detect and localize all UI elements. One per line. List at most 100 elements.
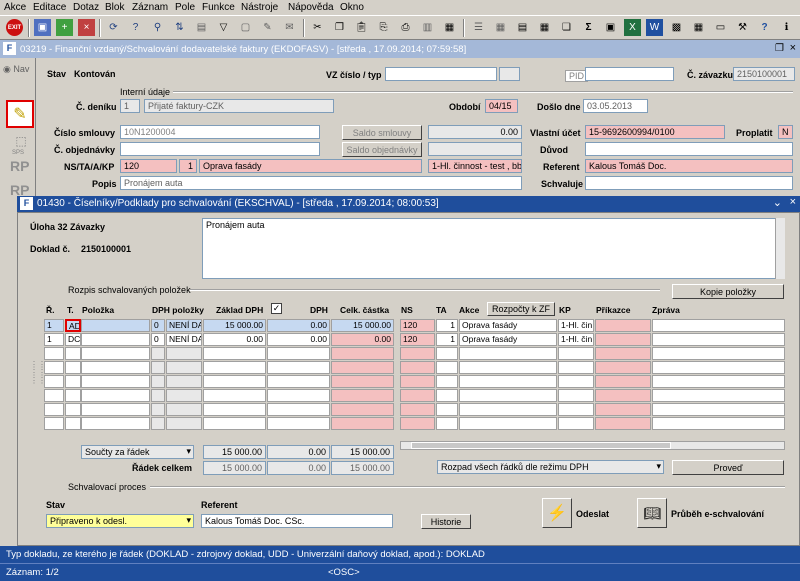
paste-icon[interactable]: 📋︎ xyxy=(353,19,370,36)
proved-button[interactable]: Proveď xyxy=(672,460,784,475)
zavazek-field[interactable]: 2150100001 xyxy=(733,67,795,81)
cut-icon[interactable]: ✂ xyxy=(309,19,326,36)
saldo-objednavky-button[interactable]: Saldo objednávky xyxy=(342,142,422,157)
empty-cell[interactable] xyxy=(267,347,330,360)
export-icon[interactable]: ▥ xyxy=(419,19,436,36)
soucty-select[interactable]: Součty za řádek ▾ xyxy=(81,445,194,459)
empty-cell[interactable] xyxy=(558,361,594,374)
row1-prikazce[interactable] xyxy=(595,319,651,332)
empty-cell[interactable] xyxy=(436,347,458,360)
attach-icon[interactable]: ⎘ xyxy=(375,19,392,36)
filter-icon[interactable]: ▽ xyxy=(215,19,232,36)
empty-cell[interactable] xyxy=(436,361,458,374)
empty-cell[interactable] xyxy=(459,347,557,360)
empty-cell[interactable] xyxy=(331,361,394,374)
menu-funkce[interactable]: Funkce xyxy=(202,2,235,13)
empty-cell[interactable] xyxy=(166,389,202,402)
row2-polozka[interactable] xyxy=(81,333,150,346)
menu-nastroje[interactable]: Nástroje xyxy=(241,2,278,13)
vz-type-field[interactable] xyxy=(499,67,520,81)
prubeh-icon[interactable]: 📖︎ xyxy=(637,498,667,528)
row2-ns[interactable]: 120 xyxy=(400,333,435,346)
empty-cell[interactable] xyxy=(595,347,651,360)
page-icon[interactable]: ▤ xyxy=(193,19,210,36)
saldo-objednavky-value[interactable] xyxy=(428,142,522,156)
objednavka-field[interactable] xyxy=(120,142,320,156)
calendar-icon[interactable]: ▣ xyxy=(602,19,619,36)
approve-icon[interactable]: ✎ xyxy=(6,100,34,128)
empty-cell[interactable] xyxy=(166,361,202,374)
referent-field[interactable]: Kalous Tomáš Doc. xyxy=(585,159,793,173)
empty-cell[interactable] xyxy=(400,417,435,430)
empty-cell[interactable] xyxy=(331,375,394,388)
refresh-icon[interactable]: ⟳ xyxy=(105,19,122,36)
menu-okno[interactable]: Okno xyxy=(340,2,364,13)
row2-dph[interactable]: 0.00 xyxy=(267,333,330,346)
pid-field[interactable] xyxy=(585,67,674,81)
obdobi-field[interactable]: 04/15 xyxy=(485,99,518,113)
empty-cell[interactable] xyxy=(203,361,266,374)
empty-cell[interactable] xyxy=(400,389,435,402)
row1-dph-pol[interactable]: NENÍ DA xyxy=(166,319,202,332)
prubeh-label[interactable]: Průběh e-schvalování xyxy=(671,509,764,519)
historie-button[interactable]: Historie xyxy=(421,514,471,529)
empty-cell[interactable] xyxy=(558,347,594,360)
empty-cell[interactable] xyxy=(81,361,150,374)
query-run-icon[interactable]: ⚲ xyxy=(149,19,166,36)
excel-icon[interactable]: X xyxy=(624,19,641,36)
sps-icon[interactable]: ⬚ xyxy=(10,134,32,150)
menu-zaznam[interactable]: Záznam xyxy=(132,2,168,13)
empty-cell[interactable] xyxy=(400,375,435,388)
empty-cell[interactable] xyxy=(151,403,165,416)
empty-cell[interactable] xyxy=(331,347,394,360)
odeslat-label[interactable]: Odeslat xyxy=(576,509,609,519)
saldo-smlouvy-value[interactable]: 0.00 xyxy=(428,125,522,139)
empty-cell[interactable] xyxy=(203,375,266,388)
empty-cell[interactable] xyxy=(459,361,557,374)
save-icon[interactable]: ▣ xyxy=(34,19,51,36)
scroll-thumb[interactable] xyxy=(411,442,671,449)
empty-cell[interactable] xyxy=(65,403,81,416)
row2-zaklad[interactable]: 0.00 xyxy=(203,333,266,346)
empty-cell[interactable] xyxy=(459,389,557,402)
empty-cell[interactable] xyxy=(652,361,785,374)
proces-stav-select[interactable]: Připraveno k odesl. ▾ xyxy=(46,514,194,528)
empty-cell[interactable] xyxy=(558,417,594,430)
menu-editace[interactable]: Editace xyxy=(33,2,66,13)
window-icon[interactable]: ▭ xyxy=(712,19,729,36)
ta-field[interactable]: 1 xyxy=(179,159,197,173)
ns-field[interactable]: 120 xyxy=(120,159,177,173)
vz-field[interactable] xyxy=(385,67,497,81)
delete-icon[interactable]: × xyxy=(78,19,95,36)
clipboard-icon[interactable]: ▤ xyxy=(514,19,531,36)
empty-cell[interactable] xyxy=(44,347,64,360)
empty-cell[interactable] xyxy=(151,347,165,360)
ucet-field[interactable]: 15-9692600994/0100 xyxy=(585,125,725,139)
grid-icon[interactable]: ▦ xyxy=(492,19,509,36)
rozpad-select[interactable]: Rozpad všech řádků dle režimu DPH ▾ xyxy=(437,460,664,474)
row2-dph-kod[interactable]: 0 xyxy=(151,333,165,346)
calculator-icon[interactable]: ▦ xyxy=(690,19,707,36)
empty-cell[interactable] xyxy=(595,389,651,402)
dialog-close-icon[interactable]: × xyxy=(790,196,796,208)
proplat-field[interactable]: N xyxy=(778,125,793,139)
row1-polozka[interactable] xyxy=(81,319,150,332)
empty-cell[interactable] xyxy=(267,403,330,416)
rp-icon-1[interactable]: RP xyxy=(10,158,29,174)
empty-cell[interactable] xyxy=(203,403,266,416)
empty-cell[interactable] xyxy=(267,389,330,402)
empty-cell[interactable] xyxy=(652,417,785,430)
empty-cell[interactable] xyxy=(203,347,266,360)
empty-cell[interactable] xyxy=(436,403,458,416)
nav-label[interactable]: ◉ Nav xyxy=(3,64,29,75)
empty-cell[interactable] xyxy=(436,417,458,430)
empty-cell[interactable] xyxy=(65,417,81,430)
empty-cell[interactable] xyxy=(81,347,150,360)
note-icon[interactable]: ✎ xyxy=(259,19,276,36)
empty-cell[interactable] xyxy=(595,403,651,416)
row2-r[interactable]: 1 xyxy=(44,333,64,346)
empty-cell[interactable] xyxy=(331,417,394,430)
info-icon[interactable]: ℹ xyxy=(778,19,795,36)
print-preview-icon[interactable]: ▦ xyxy=(441,19,458,36)
empty-cell[interactable] xyxy=(652,389,785,402)
